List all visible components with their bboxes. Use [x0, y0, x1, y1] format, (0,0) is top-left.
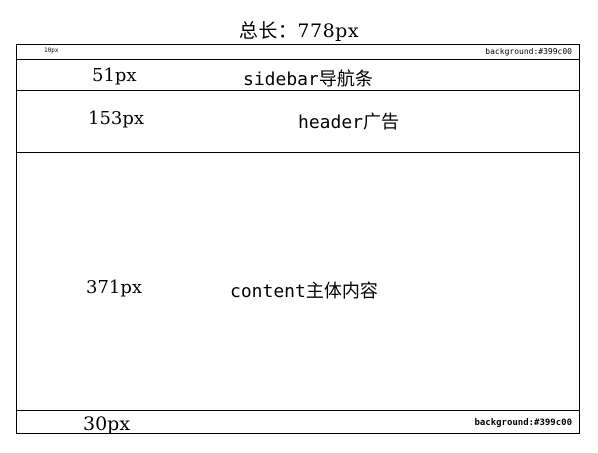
footer-size-label: 30px: [83, 413, 131, 435]
content-size-label: 371px: [86, 277, 143, 298]
sidebar-description: sidebar导航条: [243, 69, 373, 90]
sidebar-size-label: 51px: [92, 65, 137, 86]
header-description: header广告: [298, 112, 400, 133]
footer-background-label: background:#399c00: [474, 418, 572, 428]
top-strip-row: 10px background:#399c00: [17, 45, 579, 60]
sidebar-row: 51px sidebar导航条: [17, 60, 579, 91]
top-strip-background-label: background:#399c00: [485, 47, 572, 56]
content-row: 371px content主体内容: [17, 153, 579, 411]
content-description: content主体内容: [230, 281, 378, 302]
diagram-title: 总长：778px: [238, 20, 360, 42]
header-size-label: 153px: [88, 108, 145, 129]
header-row: 153px header广告: [17, 91, 579, 153]
top-strip-size-label: 10px: [44, 47, 59, 54]
layout-frame: 10px background:#399c00 51px sidebar导航条 …: [16, 44, 580, 435]
footer-row: 30px background:#399c00: [17, 411, 579, 435]
